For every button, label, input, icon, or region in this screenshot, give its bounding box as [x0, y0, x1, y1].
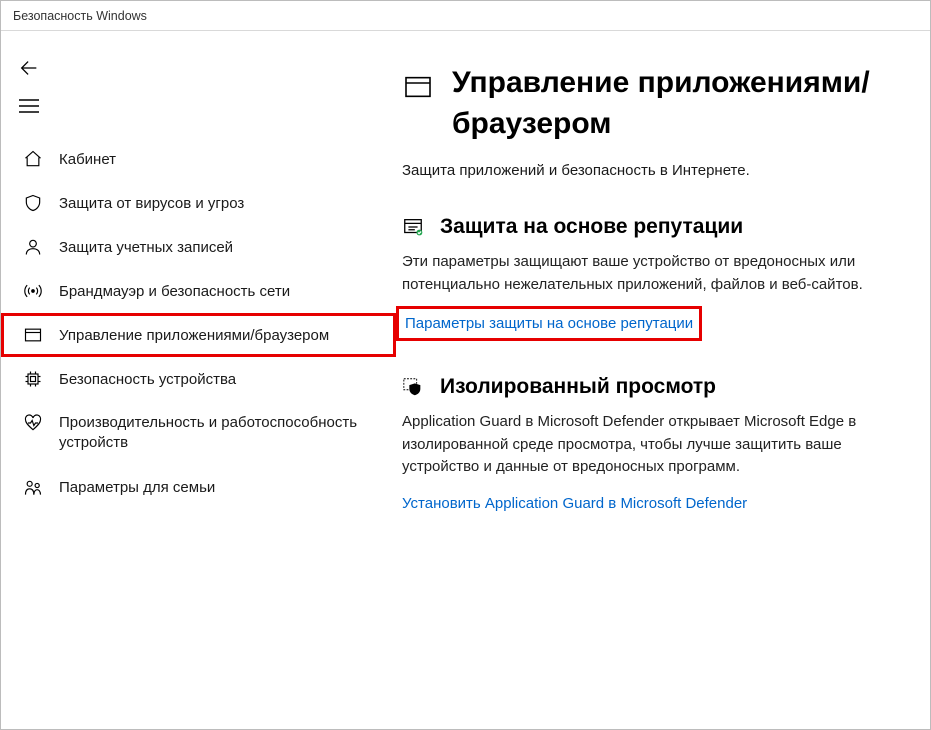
hamburger-icon [19, 98, 39, 114]
section-title: Защита на основе репутации [440, 215, 743, 239]
sidebar-item-firewall[interactable]: Брандмауэр и безопасность сети [1, 269, 396, 313]
browser-icon [402, 71, 434, 103]
sidebar-item-label: Управление приложениями/браузером [59, 327, 329, 344]
sidebar-item-label: Кабинет [59, 151, 116, 168]
sidebar-item-virus[interactable]: Защита от вирусов и угроз [1, 181, 396, 225]
section-reputation: Защита на основе репутации Эти параметры… [402, 215, 906, 341]
window: Безопасность Windows Кабинет [0, 0, 931, 730]
section-isolated-browsing: Изолированный просмотр Application Guard… [402, 375, 906, 513]
sidebar-item-label: Параметры для семьи [59, 479, 215, 496]
sidebar-item-home[interactable]: Кабинет [1, 137, 396, 181]
section-desc: Application Guard в Microsoft Defender о… [402, 411, 906, 479]
home-icon [23, 149, 43, 169]
sidebar-item-label: Защита от вирусов и угроз [59, 195, 244, 212]
nav: Кабинет Защита от вирусов и угроз Защита… [1, 137, 396, 510]
section-head: Изолированный просмотр [402, 375, 906, 399]
sidebar-item-label: Брандмауэр и безопасность сети [59, 283, 290, 300]
antenna-icon [23, 281, 43, 301]
sidebar-item-performance[interactable]: Производительность и работоспособность у… [1, 401, 396, 466]
sidebar-item-label: Безопасность устройства [59, 371, 236, 388]
main-content: Управление приложениями/браузером Защита… [396, 31, 930, 729]
back-button[interactable] [7, 49, 51, 87]
reputation-icon [402, 216, 424, 238]
isolated-icon [402, 376, 424, 398]
section-desc: Эти параметры защищают ваше устройство о… [402, 251, 906, 296]
sidebar-item-label: Производительность и работоспособность у… [59, 413, 382, 454]
reputation-settings-link[interactable]: Параметры защиты на основе репутации [396, 306, 702, 341]
page-subtitle: Защита приложений и безопасность в Интер… [402, 162, 906, 179]
titlebar: Безопасность Windows [1, 1, 930, 31]
sidebar-item-label: Защита учетных записей [59, 239, 233, 256]
back-arrow-icon [18, 57, 40, 79]
menu-button[interactable] [7, 87, 51, 125]
browser-icon [23, 325, 43, 345]
family-icon [23, 478, 43, 498]
chip-icon [23, 369, 43, 389]
heart-icon [23, 413, 43, 433]
body: Кабинет Защита от вирусов и угроз Защита… [1, 31, 930, 729]
person-icon [23, 237, 43, 257]
install-app-guard-link[interactable]: Установить Application Guard в Microsoft… [402, 495, 747, 512]
page-header: Управление приложениями/браузером [402, 63, 906, 144]
sidebar: Кабинет Защита от вирусов и угроз Защита… [1, 31, 396, 729]
window-title: Безопасность Windows [13, 9, 147, 23]
sidebar-item-device[interactable]: Безопасность устройства [1, 357, 396, 401]
shield-icon [23, 193, 43, 213]
section-title: Изолированный просмотр [440, 375, 716, 399]
sidebar-item-account[interactable]: Защита учетных записей [1, 225, 396, 269]
sidebar-item-family[interactable]: Параметры для семьи [1, 466, 396, 510]
section-head: Защита на основе репутации [402, 215, 906, 239]
page-title: Управление приложениями/браузером [452, 63, 906, 144]
sidebar-item-app-browser[interactable]: Управление приложениями/браузером [1, 313, 396, 357]
